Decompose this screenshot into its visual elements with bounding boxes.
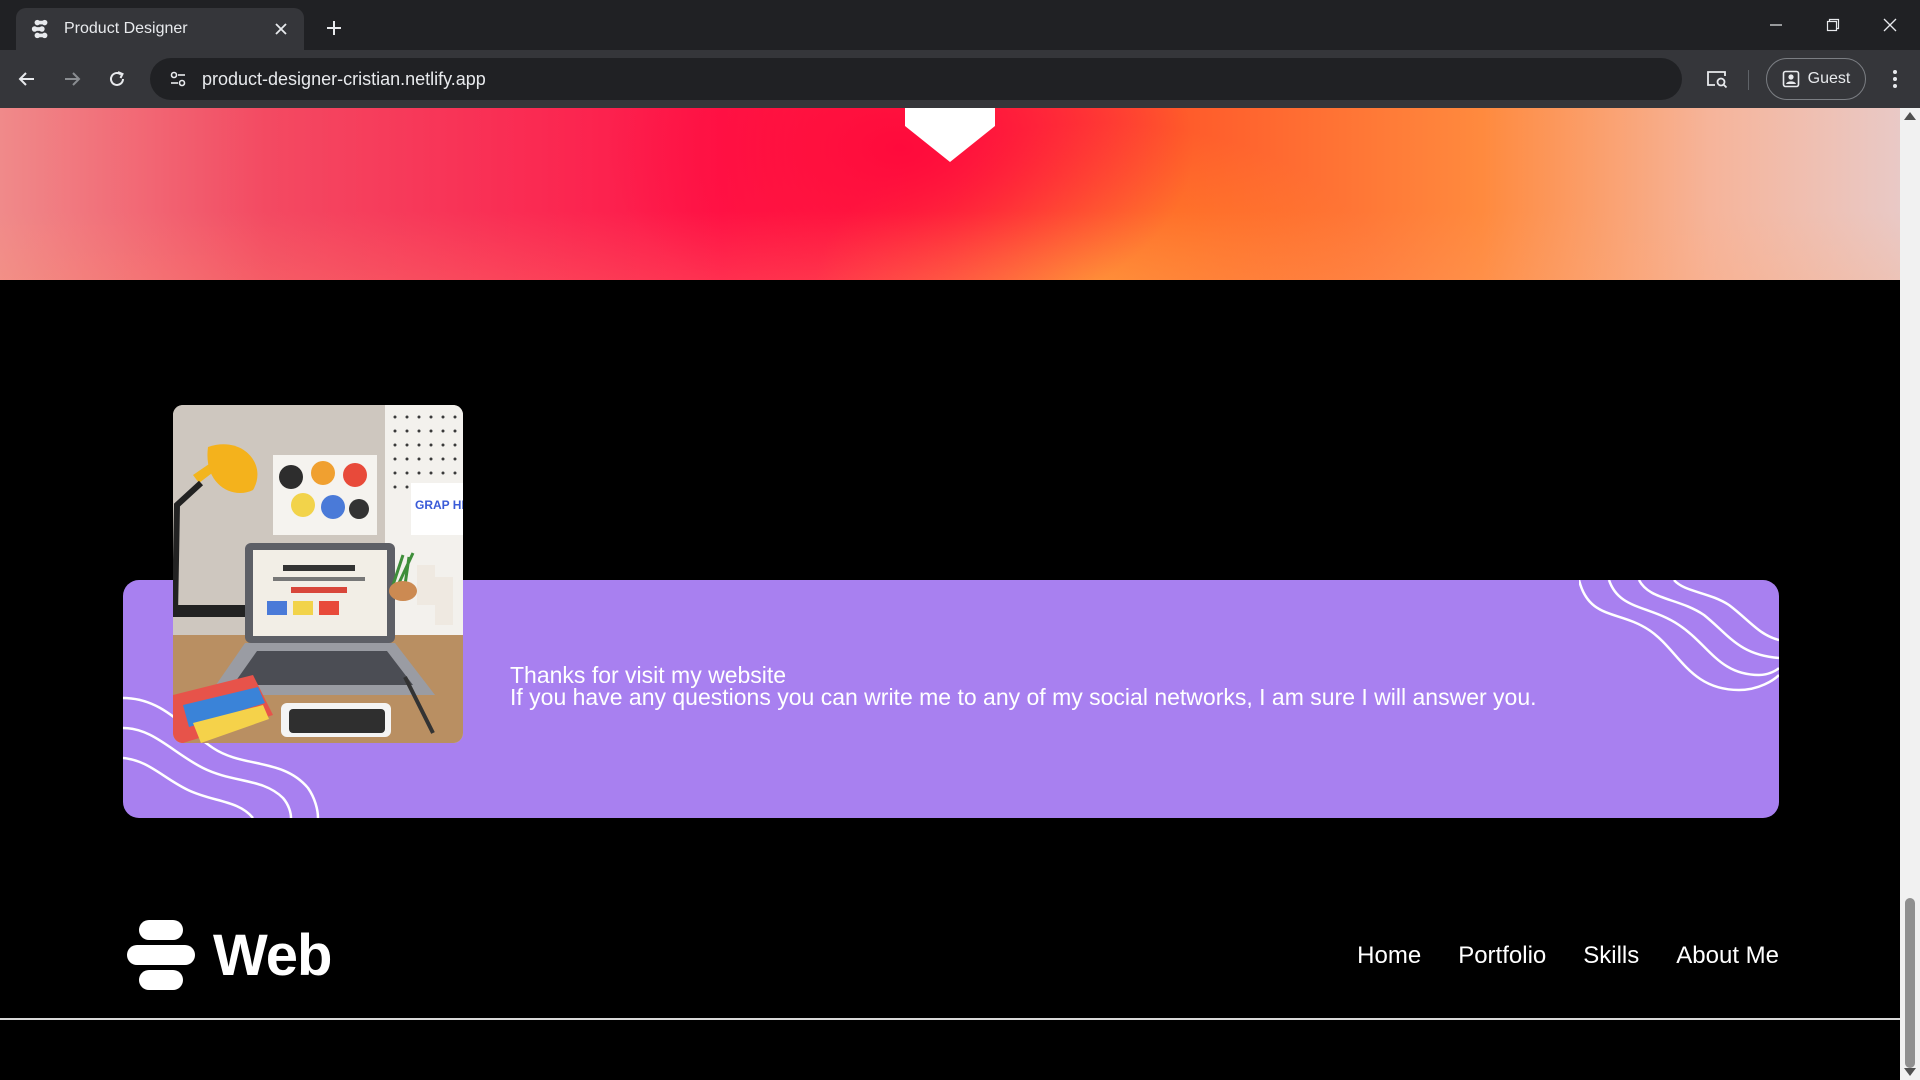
reload-button[interactable] (100, 62, 134, 96)
kebab-menu-icon (1893, 70, 1897, 88)
url-text[interactable]: product-designer-cristian.netlify.app (202, 69, 486, 90)
browser-tab[interactable]: Product Designer (16, 8, 304, 50)
cast-button[interactable] (1700, 62, 1734, 96)
close-window-icon (1883, 18, 1897, 32)
scroll-thumb[interactable] (1905, 898, 1915, 1068)
thanks-line: Thanks for visit my website (510, 662, 787, 688)
footer-divider (0, 1018, 1900, 1020)
molecule-logo-icon (31, 19, 48, 39)
minimize-button[interactable] (1756, 8, 1796, 42)
page-scrollbar[interactable] (1900, 108, 1920, 1080)
footer-logo[interactable]: Web (123, 918, 332, 992)
new-tab-button[interactable] (318, 12, 350, 44)
back-button[interactable] (10, 62, 44, 96)
footer-link-portfolio[interactable]: Portfolio (1458, 942, 1546, 970)
person-icon (1782, 70, 1799, 88)
profile-label: Guest (1807, 70, 1851, 87)
minimize-icon (1770, 24, 1782, 26)
footer-link-skills[interactable]: Skills (1583, 942, 1639, 970)
molecule-logo-icon (127, 920, 195, 990)
page-viewport: Thanks for visit my website If you have … (0, 108, 1900, 1080)
contact-message: Thanks for visit my website If you have … (510, 662, 1610, 710)
shield-badge-icon (905, 108, 995, 162)
footer-link-about-me[interactable]: About Me (1676, 942, 1779, 970)
menu-button[interactable] (1878, 62, 1912, 96)
reload-icon (110, 71, 124, 86)
forward-button[interactable] (55, 62, 89, 96)
profile-button[interactable]: Guest (1766, 58, 1866, 100)
tab-strip: Product Designer (0, 0, 1920, 50)
site-info-button[interactable] (158, 62, 198, 96)
tune-icon (170, 71, 186, 87)
photo-sign-text: GRAP HICS (415, 498, 463, 512)
footer-nav: Home Portfolio Skills About Me (1357, 942, 1779, 970)
arrow-left-icon (18, 72, 34, 86)
scroll-down-arrow-icon[interactable] (1904, 1068, 1916, 1076)
footer-brand: Web (213, 922, 332, 988)
contact-line: If you have any questions you can write … (510, 684, 1537, 710)
hero-gradient-band (0, 108, 1900, 280)
close-window-button[interactable] (1870, 8, 1910, 42)
arrow-right-icon (65, 72, 81, 86)
scroll-up-arrow-icon[interactable] (1904, 112, 1916, 120)
plus-icon (327, 21, 341, 35)
close-icon[interactable] (268, 16, 294, 42)
cast-search-icon (1707, 71, 1728, 89)
browser-toolbar: product-designer-cristian.netlify.app Gu… (0, 50, 1920, 108)
toolbar-separator (1748, 70, 1749, 90)
restore-button[interactable] (1813, 8, 1853, 42)
workspace-illustration: GRAP HICS (173, 405, 463, 743)
workspace-photo: GRAP HICS (173, 405, 463, 743)
restore-icon (1826, 18, 1840, 32)
tab-title: Product Designer (64, 20, 188, 37)
address-bar[interactable]: product-designer-cristian.netlify.app (150, 58, 1682, 100)
footer-link-home[interactable]: Home (1357, 942, 1421, 970)
